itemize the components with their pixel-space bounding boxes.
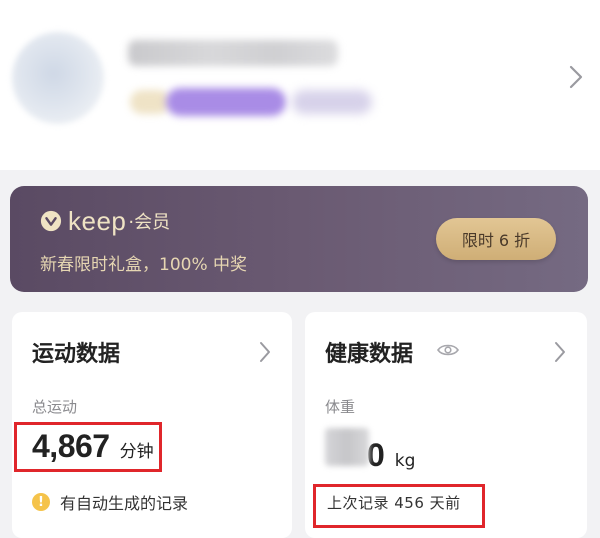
keep-heart-logo-icon [40, 210, 62, 232]
highlight-box [14, 422, 162, 472]
brand-suffix: ·会员 [128, 212, 171, 233]
eye-icon[interactable] [437, 342, 459, 358]
user-level-blurred [292, 90, 372, 114]
card-title: 健康数据 [325, 342, 414, 367]
chevron-right-icon[interactable] [566, 62, 586, 92]
chevron-right-icon[interactable] [553, 340, 567, 364]
brand-word: keep [68, 205, 127, 236]
weight-last-digit: 0 [367, 437, 385, 473]
promo-text: 新春限时礼盒，100% 中奖 [40, 255, 248, 275]
weight-blurred-digits [325, 428, 369, 466]
user-name-blurred [128, 40, 338, 66]
keep-membership-brand: keep ·会员 [40, 206, 170, 236]
avatar[interactable] [12, 32, 104, 124]
user-badge-blurred [166, 88, 286, 116]
exercise-data-card[interactable]: 运动数据 总运动 4,867 分钟 ! 有自动生成的记录 [12, 312, 292, 538]
membership-banner[interactable]: keep ·会员 新春限时礼盒，100% 中奖 限时 6 折 [10, 186, 588, 292]
auto-record-note: ! 有自动生成的记录 [32, 490, 188, 514]
discount-button[interactable]: 限时 6 折 [436, 218, 556, 260]
highlight-box [313, 484, 485, 528]
profile-header[interactable] [0, 0, 600, 170]
weight-label: 体重 [325, 398, 356, 416]
chevron-right-icon[interactable] [258, 340, 272, 364]
weight-unit: kg [394, 451, 416, 471]
card-title: 运动数据 [32, 342, 121, 367]
total-exercise-label: 总运动 [32, 398, 78, 416]
weight-value: 0 kg [325, 428, 416, 473]
health-data-card[interactable]: 健康数据 体重 0 kg 上次记录 456 天前 [305, 312, 587, 538]
user-tag-blurred [130, 90, 170, 114]
exclamation-icon: ! [32, 493, 50, 511]
note-text: 有自动生成的记录 [60, 494, 189, 513]
